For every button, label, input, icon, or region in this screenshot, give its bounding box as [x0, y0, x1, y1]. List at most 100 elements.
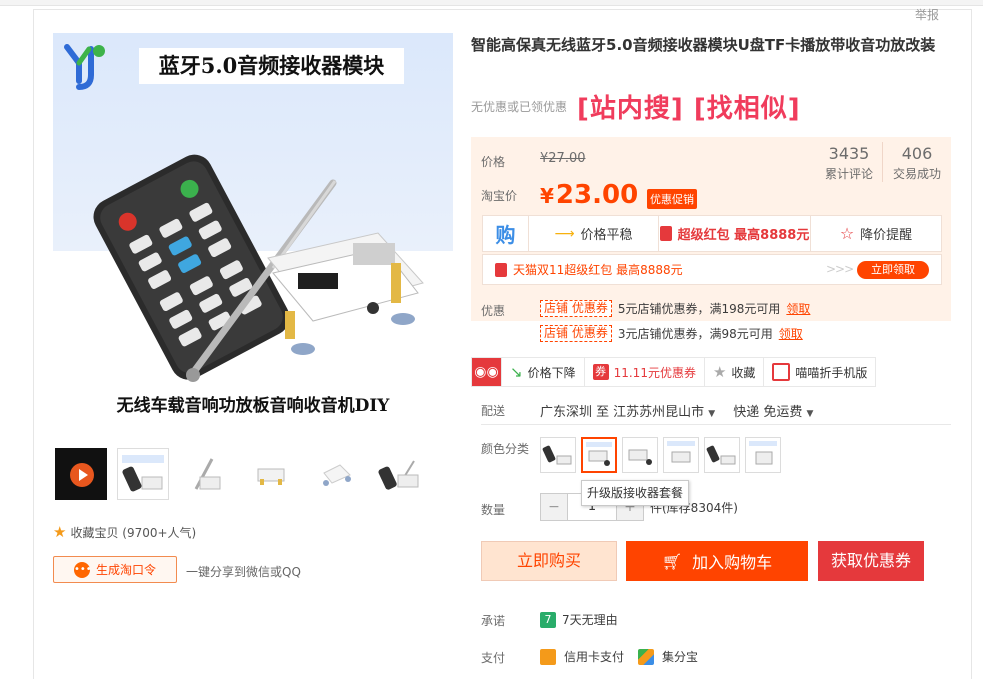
color-options	[540, 437, 781, 473]
divider	[481, 424, 951, 425]
coupon-text: 3元店铺优惠券，满98元可用	[617, 327, 773, 341]
coupon-1111-label: 11.11元优惠券	[613, 365, 696, 380]
thumbnail[interactable]	[373, 448, 425, 500]
top-strip	[0, 0, 983, 6]
review-count: 3435	[828, 144, 870, 163]
payment-label: 支付	[481, 651, 506, 665]
sales-count: 406	[901, 144, 933, 163]
get-coupon-button[interactable]: 获取优惠券	[818, 541, 924, 581]
ship-to-select[interactable]: 江苏苏州昆山市 ▼	[613, 401, 715, 420]
color-option[interactable]	[663, 437, 699, 473]
color-option-selected[interactable]	[581, 437, 617, 473]
mobile-version-button[interactable]: 喵喵折手机版	[764, 358, 876, 386]
gou-icon[interactable]: 购	[483, 216, 529, 251]
favorite-link[interactable]: ★ 收藏宝贝 (9700+人气)	[53, 523, 196, 541]
chat-icon: •••	[73, 561, 92, 578]
color-option[interactable]	[622, 437, 658, 473]
red-envelope-icon	[495, 262, 507, 277]
thumbnail[interactable]	[309, 448, 361, 500]
image-banner-text: 蓝牙5.0音频接收器模块	[139, 48, 404, 84]
star-icon: ★	[712, 363, 727, 381]
play-icon	[70, 463, 94, 487]
shipping-label: 配送	[481, 404, 506, 418]
coupon-1111-button[interactable]: 券 11.11元优惠券	[584, 358, 705, 386]
share-text: 一键分享到微信或QQ	[186, 565, 301, 579]
ship-from: 广东深圳 至	[540, 405, 610, 420]
price-trend[interactable]: ⟶ 价格平稳	[529, 216, 659, 251]
quan-icon: 券	[592, 364, 609, 380]
favorite-text: 收藏宝贝 (9700+人气)	[70, 525, 197, 540]
collect-button[interactable]: ★ 收藏	[704, 358, 765, 386]
coupon-row: 店铺 优惠券 3元店铺优惠券，满98元可用 领取	[540, 325, 803, 342]
coupon-tag: 店铺 优惠券	[540, 300, 612, 317]
tmall-banner[interactable]: 天猫双11超级红包 最高8888元 >>> 立即领取	[482, 254, 942, 285]
add-to-cart-button[interactable]: 🛒︎ 加入购物车	[626, 541, 808, 581]
credit-card-icon	[540, 648, 556, 665]
claim-button[interactable]: 立即领取	[857, 261, 929, 279]
color-option[interactable]	[540, 437, 576, 473]
currency-symbol: ¥	[540, 184, 554, 208]
brand-logo	[64, 44, 105, 90]
decrease-button[interactable]: −	[540, 493, 568, 521]
product-illustration	[93, 154, 424, 382]
red-packet-label: 超级红包 最高8888元	[677, 228, 810, 243]
coupon-get-link[interactable]: 领取	[779, 325, 803, 342]
credit-card-text: 信用卡支付	[564, 650, 625, 664]
seven-days-icon: 7	[540, 611, 556, 628]
caret-down-icon: ▼	[806, 409, 814, 419]
report-link[interactable]: 举报	[915, 6, 939, 23]
coupon-label: 优惠	[481, 304, 506, 318]
price-trend-label: 价格平稳	[580, 228, 633, 243]
review-label: 累计评论	[824, 167, 873, 181]
sales-stat: 406 交易成功	[882, 144, 952, 182]
color-tooltip: 升级版接收器套餐	[581, 480, 689, 506]
ship-method-select[interactable]: 快递 免运费 ▼	[733, 401, 813, 420]
price-label: 价格	[481, 155, 506, 169]
owl-icon[interactable]: ◉◉	[472, 358, 502, 386]
thumbnail[interactable]	[117, 448, 169, 500]
shipping-info: 广东深圳 至 江苏苏州昆山市 ▼ 快递 免运费 ▼	[540, 401, 813, 420]
price-drop-button[interactable]: ↘ 价格下降	[502, 358, 585, 386]
coupon-get-link[interactable]: 领取	[786, 300, 810, 317]
color-option[interactable]	[745, 437, 781, 473]
tmall-text: 天猫双11超级红包 最高8888元	[513, 263, 683, 277]
arrow-down-icon: ↘	[510, 363, 523, 381]
thumbnail[interactable]	[181, 448, 233, 500]
image-caption: 无线车载音响功放板音响收音机DIY	[116, 396, 390, 416]
add-to-cart-label: 加入购物车	[692, 553, 773, 572]
search-links[interactable]: [站内搜] [找相似]	[577, 88, 801, 125]
jifenbao-text: 集分宝	[662, 650, 699, 664]
price-alert[interactable]: ☆ 降价提醒	[811, 216, 941, 251]
generate-taokouling-button[interactable]: ••• 生成淘口令	[53, 556, 177, 583]
promise-info: 7 7天无理由	[540, 611, 618, 628]
sales-label: 交易成功	[892, 167, 941, 181]
subtitle-row: 无优惠或已领优惠 [站内搜] [找相似]	[471, 88, 801, 125]
color-option[interactable]	[704, 437, 740, 473]
price-alert-label: 降价提醒	[860, 228, 913, 243]
arrows-icon: >>>	[826, 262, 854, 276]
quantity-label: 数量	[481, 503, 506, 517]
taobao-price-label: 淘宝价	[481, 189, 518, 203]
coupon-text: 5元店铺优惠券，满198元可用	[617, 302, 781, 316]
red-envelope-icon	[659, 226, 672, 241]
no-coupon-text: 无优惠或已领优惠	[471, 100, 568, 114]
thumbnail-strip	[53, 448, 453, 500]
product-title: 智能高保真无线蓝牙5.0音频接收器模块U盘TF卡播放带收音功放改装	[471, 36, 936, 54]
action-bar: ◉◉ ↘ 价格下降 券 11.11元优惠券 ★ 收藏 喵喵折手机版	[471, 357, 877, 387]
collect-label: 收藏	[731, 365, 756, 380]
payment-methods: 信用卡支付 集分宝	[540, 648, 698, 665]
original-price: ¥27.00	[540, 151, 586, 166]
current-price: ¥ 23.00	[540, 180, 638, 210]
generate-label: 生成淘口令	[95, 563, 156, 577]
promo-tag[interactable]: 优惠促销	[647, 189, 697, 209]
video-thumbnail[interactable]	[55, 448, 107, 500]
buy-now-button[interactable]: 立即购买	[481, 541, 617, 581]
current-price-value: 23.00	[555, 180, 639, 210]
promise-text[interactable]: 7天无理由	[562, 611, 618, 628]
qr-code-icon	[772, 363, 791, 381]
red-packet[interactable]: 超级红包 最高8888元	[659, 216, 811, 251]
main-product-image[interactable]: 蓝牙5.0音频接收器模块 无线车载音响功放板音响收音机DIY	[53, 33, 453, 433]
review-stat[interactable]: 3435 累计评论	[814, 144, 884, 182]
price-tools-bar: 购 ⟶ 价格平稳 超级红包 最高8888元 ☆ 降价提醒	[482, 215, 942, 252]
thumbnail[interactable]	[245, 448, 297, 500]
